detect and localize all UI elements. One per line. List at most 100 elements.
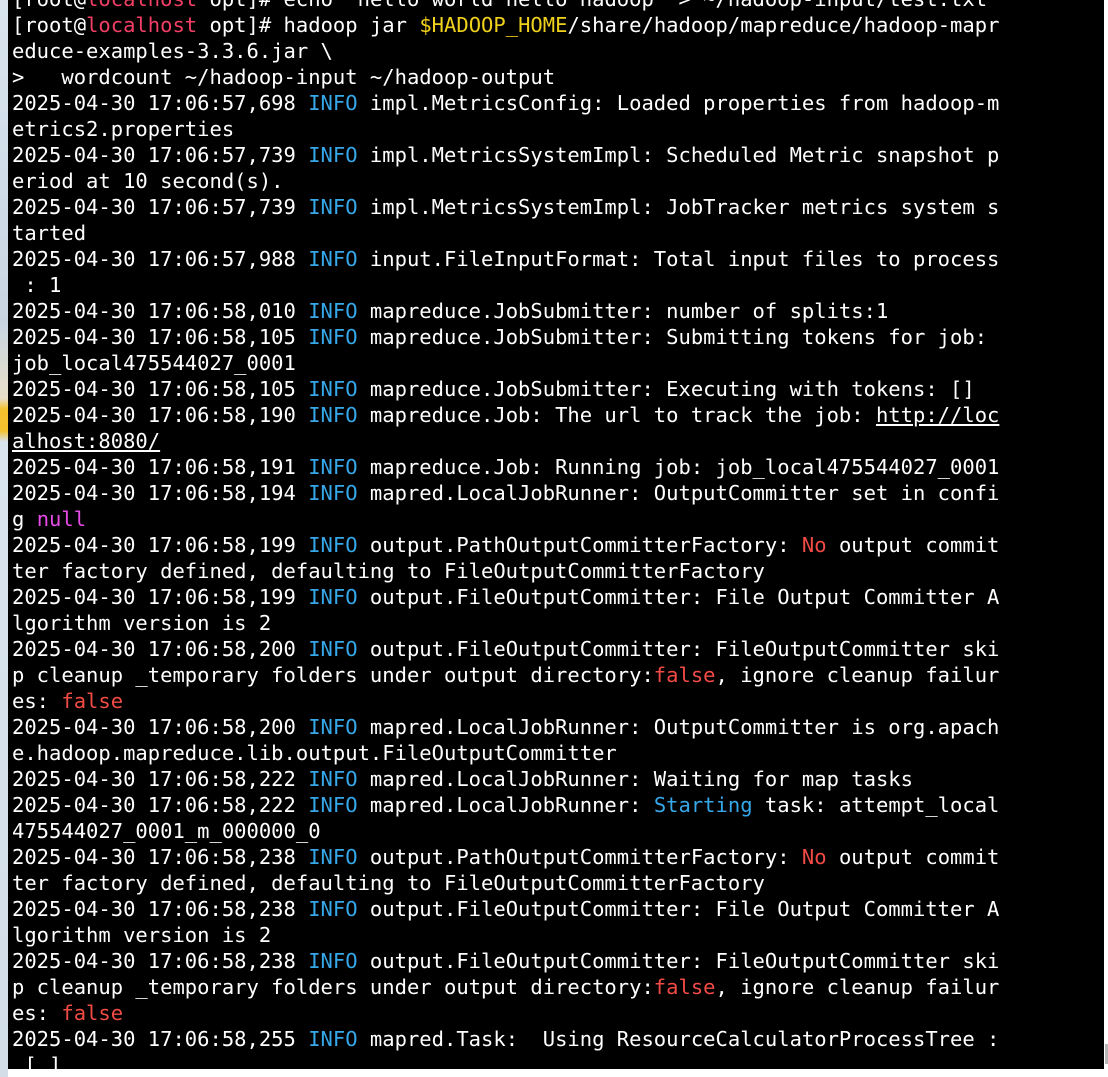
url-link[interactable]: http://loc (876, 403, 999, 427)
log-level-label: INFO (308, 403, 358, 427)
terminal-line: 2025-04-30 17:06:57,739 INFO impl.Metric… (12, 194, 1104, 220)
terminal-text: impl.MetricsSystemImpl: JobTracker metri… (357, 195, 1000, 219)
terminal-text: ter factory defined, defaulting to FileO… (12, 871, 765, 895)
log-level-label: INFO (308, 325, 358, 349)
log-level-label: INFO (308, 949, 358, 973)
terminal-window[interactable]: [root@localhost opt]# echo "hello world … (8, 0, 1104, 1069)
terminal-line: es: false (12, 688, 1104, 714)
terminal-text: output.FileOutputCommitter: File Output … (357, 897, 1000, 921)
terminal-text: etrics2.properties (12, 117, 235, 141)
terminal-line: 2025-04-30 17:06:58,238 INFO output.Path… (12, 844, 1104, 870)
terminal-text: mapred.LocalJobRunner: OutputCommitter i… (357, 715, 1000, 739)
terminal-text: lgorithm version is 2 (12, 611, 272, 635)
terminal-text: /share/hadoop/mapreduce/hadoop-mapr (567, 13, 1000, 37)
terminal-text: 2025-04-30 17:06:58,238 (12, 897, 309, 921)
terminal-text: 2025-04-30 17:06:58,194 (12, 481, 309, 505)
terminal-text: job_local475544027_0001 (12, 351, 296, 375)
terminal-line: > wordcount ~/hadoop-input ~/hadoop-outp… (12, 64, 1104, 90)
highlighted-value-text: false (653, 663, 716, 687)
terminal-output[interactable]: [root@localhost opt]# echo "hello world … (8, 0, 1104, 1069)
log-level-label: INFO (308, 637, 358, 661)
log-level-label: INFO (308, 455, 358, 479)
terminal-text: eriod at 10 second(s). (12, 169, 284, 193)
terminal-line: p cleanup _temporary folders under outpu… (12, 662, 1104, 688)
terminal-line: 2025-04-30 17:06:58,010 INFO mapreduce.J… (12, 298, 1104, 324)
terminal-text: 2025-04-30 17:06:57,698 (12, 91, 309, 115)
terminal-line: 2025-04-30 17:06:58,190 INFO mapreduce.J… (12, 402, 1104, 428)
desktop-edge-strip (0, 0, 8, 1077)
terminal-line: 2025-04-30 17:06:58,222 INFO mapred.Loca… (12, 792, 1104, 818)
terminal-line: alhost:8080/ (12, 428, 1104, 454)
terminal-text: 2025-04-30 17:06:58,199 (12, 585, 309, 609)
terminal-line: 2025-04-30 17:06:57,988 INFO input.FileI… (12, 246, 1104, 272)
terminal-text: output.FileOutputCommitter: FileOutputCo… (357, 637, 1000, 661)
screen: [root@localhost opt]# echo "hello world … (0, 0, 1108, 1077)
log-level-label: INFO (308, 377, 358, 401)
terminal-text: 2025-04-30 17:06:58,105 (12, 325, 309, 349)
terminal-text: mapreduce.JobSubmitter: number of splits… (357, 299, 889, 323)
terminal-text: mapreduce.JobSubmitter: Submitting token… (357, 325, 988, 349)
log-level-label: INFO (308, 143, 358, 167)
log-level-label: INFO (308, 1027, 358, 1051)
terminal-text: mapred.LocalJobRunner: (357, 793, 654, 817)
hostname-text: localhost (86, 13, 198, 37)
log-level-label: INFO (308, 481, 358, 505)
terminal-text: impl.MetricsSystemImpl: Scheduled Metric… (357, 143, 1000, 167)
terminal-text: p cleanup _temporary folders under outpu… (12, 663, 654, 687)
terminal-line: educe-examples-3.3.6.jar \ (12, 38, 1104, 64)
terminal-text: output commit (826, 845, 1000, 869)
terminal-line: ter factory defined, defaulting to FileO… (12, 558, 1104, 584)
highlighted-value-text: No (801, 533, 827, 557)
terminal-text: task: attempt_local (752, 793, 1000, 817)
log-level-label: INFO (308, 91, 358, 115)
terminal-text: : 1 (12, 273, 62, 297)
terminal-line: 2025-04-30 17:06:58,200 INFO mapred.Loca… (12, 714, 1104, 740)
terminal-text: input.FileInputFormat: Total input files… (357, 247, 1000, 271)
terminal-text: g (12, 507, 37, 531)
log-level-label: INFO (308, 585, 358, 609)
terminal-text: mapred.LocalJobRunner: Waiting for map t… (357, 767, 913, 791)
terminal-line: lgorithm version is 2 (12, 922, 1104, 948)
terminal-text: impl.MetricsConfig: Loaded properties fr… (357, 91, 1000, 115)
terminal-text: mapreduce.Job: Running job: job_local475… (357, 455, 1000, 479)
highlighted-value-text: No (801, 845, 827, 869)
terminal-line: [ ] (12, 1052, 1104, 1069)
hostname-text: localhost (86, 0, 197, 11)
null-value-text: null (36, 507, 87, 531)
terminal-text: lgorithm version is 2 (12, 923, 272, 947)
terminal-text: output.FileOutputCommitter: FileOutputCo… (357, 949, 1000, 973)
terminal-text: opt]# echo "hello world hello hadoop" > … (197, 0, 987, 11)
terminal-line: 2025-04-30 17:06:58,191 INFO mapreduce.J… (12, 454, 1104, 480)
terminal-line: 2025-04-30 17:06:57,739 INFO impl.Metric… (12, 142, 1104, 168)
highlighted-value-text: false (61, 1001, 124, 1025)
terminal-scrollbar-track[interactable] (1104, 0, 1108, 1077)
log-level-label: INFO (308, 897, 358, 921)
terminal-text: tarted (12, 221, 87, 245)
terminal-line: 2025-04-30 17:06:58,105 INFO mapreduce.J… (12, 376, 1104, 402)
terminal-text: 2025-04-30 17:06:58,238 (12, 845, 309, 869)
terminal-text: output commit (826, 533, 1000, 557)
terminal-text: es: (12, 689, 62, 713)
terminal-line: 2025-04-30 17:06:58,238 INFO output.File… (12, 896, 1104, 922)
terminal-text: 2025-04-30 17:06:58,200 (12, 637, 309, 661)
terminal-line: 2025-04-30 17:06:58,255 INFO mapred.Task… (12, 1026, 1104, 1052)
log-level-label: INFO (308, 715, 358, 739)
terminal-text: 2025-04-30 17:06:57,739 (12, 143, 309, 167)
highlighted-value-text: false (653, 975, 716, 999)
terminal-line: 2025-04-30 17:06:58,200 INFO output.File… (12, 636, 1104, 662)
terminal-text: , ignore cleanup failur (715, 663, 1000, 687)
terminal-text: 2025-04-30 17:06:58,255 (12, 1027, 309, 1051)
env-variable-text: $HADOOP_HOME (419, 13, 568, 37)
log-level-label: INFO (308, 845, 358, 869)
terminal-text: 2025-04-30 17:06:58,200 (12, 715, 309, 739)
terminal-line: etrics2.properties (12, 116, 1104, 142)
terminal-text: 2025-04-30 17:06:58,191 (12, 455, 309, 479)
terminal-text: output.FileOutputCommitter: File Output … (357, 585, 1000, 609)
terminal-text: educe-examples-3.3.6.jar \ (12, 39, 333, 63)
terminal-line: 2025-04-30 17:06:57,698 INFO impl.Metric… (12, 90, 1104, 116)
url-link[interactable]: alhost:8080/ (12, 429, 160, 453)
terminal-line: 2025-04-30 17:06:58,105 INFO mapreduce.J… (12, 324, 1104, 350)
terminal-text: mapred.Task: Using ResourceCalculatorPro… (357, 1027, 1000, 1051)
terminal-text: [root@ (12, 13, 87, 37)
log-level-label: INFO (308, 767, 358, 791)
